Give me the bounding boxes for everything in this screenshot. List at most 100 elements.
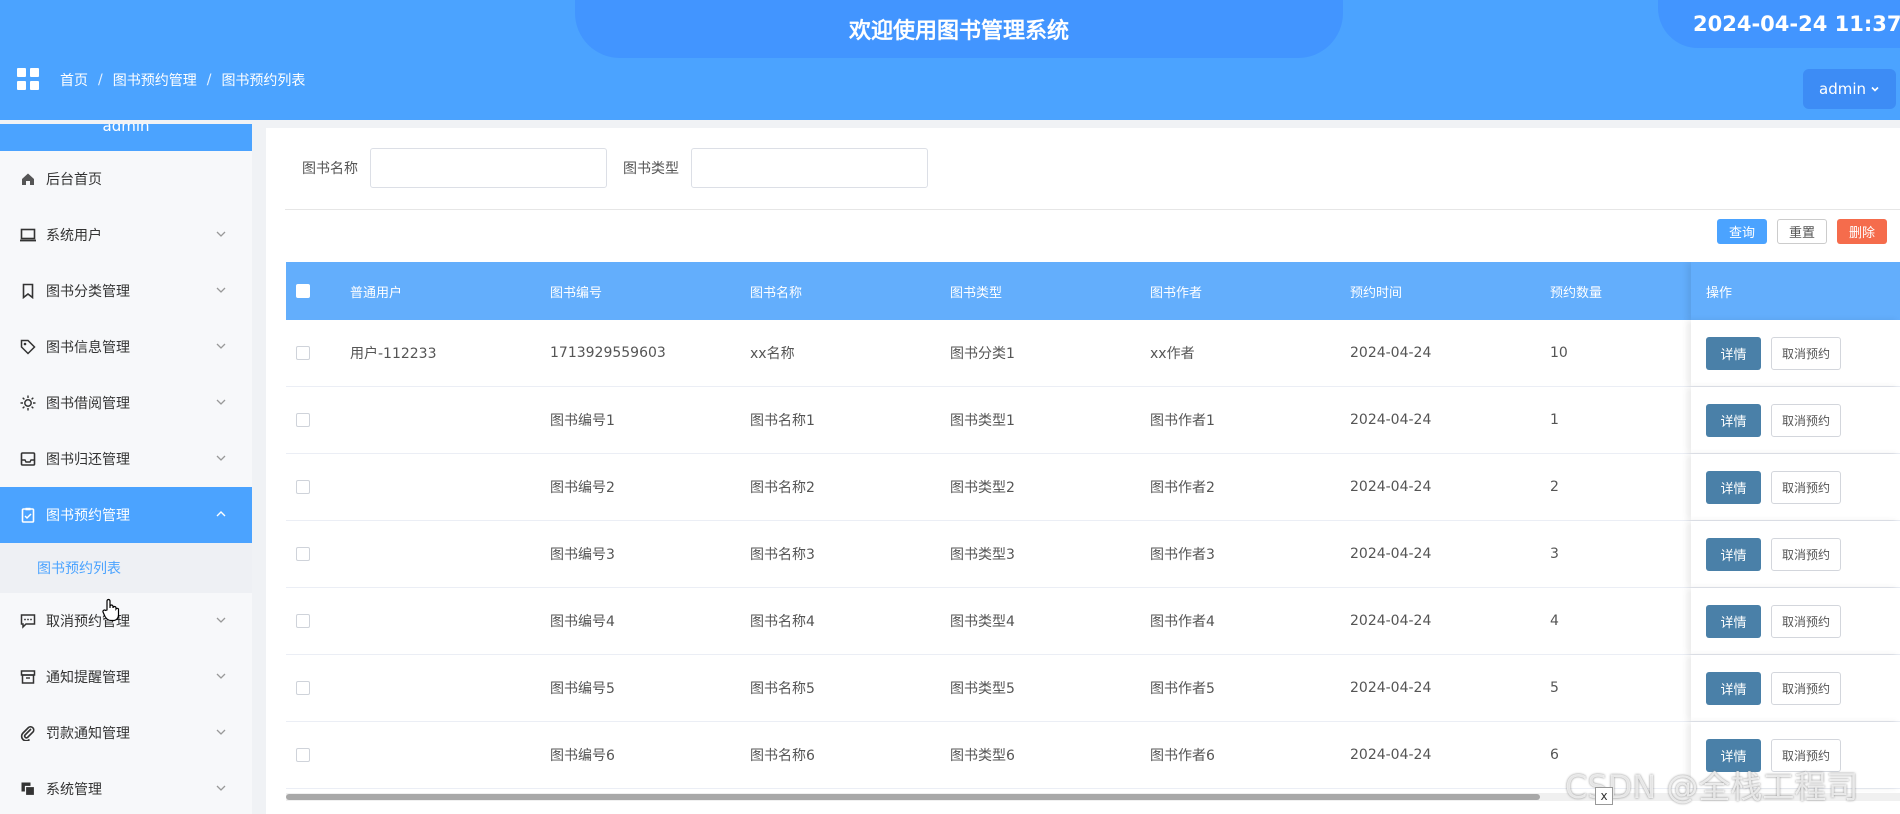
sidebar-item-label: 后台首页: [46, 172, 102, 188]
query-button[interactable]: 查询: [1717, 219, 1767, 244]
table-cell: xx作者: [1150, 346, 1195, 362]
table-cell: 图书作者4: [1150, 614, 1215, 630]
sidebar-user-banner: admin: [0, 124, 252, 151]
detail-button[interactable]: 详情: [1706, 403, 1761, 437]
row-checkbox[interactable]: [296, 413, 310, 427]
table-cell: 图书编号4: [550, 614, 615, 630]
sidebar-item-book-reservation[interactable]: 图书预约管理: [0, 487, 252, 543]
sidebar-item-label: 图书分类管理: [46, 284, 130, 300]
row-checkbox[interactable]: [296, 681, 310, 695]
detail-button[interactable]: 详情: [1706, 604, 1761, 638]
table-cell: 图书作者1: [1150, 413, 1215, 429]
sidebar-item-book-borrow[interactable]: 图书借阅管理: [0, 375, 252, 431]
breadcrumb-reservation-list: 图书预约列表: [221, 73, 306, 89]
sidebar-item-fine-notice[interactable]: 罚款通知管理: [0, 705, 252, 761]
column-header: 图书作者: [1150, 285, 1203, 301]
table-row: 用户-112233 1713929559603 xx名称 图书分类1 xx作者 2024-…: [286, 320, 1900, 387]
table-cell: 2024-04-24: [1350, 613, 1432, 629]
select-all-checkbox[interactable]: [296, 284, 310, 298]
detail-button[interactable]: 详情: [1706, 537, 1761, 571]
column-header: 预约时间: [1350, 285, 1403, 301]
breadcrumb: 首页 / 图书预约管理 / 图书预约列表: [60, 70, 306, 90]
chevron-down-icon: [216, 399, 226, 405]
delete-button[interactable]: 删除: [1837, 219, 1887, 244]
action-buttons: 查询 重置 删除: [1717, 219, 1887, 244]
table-cell: 图书作者5: [1150, 681, 1215, 697]
sidebar-subitem-reservation-list[interactable]: 图书预约列表: [0, 543, 252, 593]
home-icon: [19, 170, 37, 188]
table-cell: 2024-04-24: [1350, 747, 1432, 763]
column-header: 图书类型: [950, 285, 1003, 301]
breadcrumb-home[interactable]: 首页: [60, 70, 88, 90]
chevron-down-icon: [216, 343, 226, 349]
sidebar-item-system-users[interactable]: 系统用户: [0, 207, 252, 263]
sidebar-item-book-category[interactable]: 图书分类管理: [0, 263, 252, 319]
search-bar: 图书名称 图书类型: [266, 146, 928, 190]
table-cell: 图书编号3: [550, 547, 615, 563]
detail-button[interactable]: 详情: [1706, 336, 1761, 370]
table-cell: 图书名称6: [750, 748, 815, 764]
book-type-input[interactable]: [691, 148, 928, 188]
table-cell: 图书名称5: [750, 681, 815, 697]
row-checkbox[interactable]: [296, 748, 310, 762]
user-menu-button[interactable]: admin: [1803, 69, 1896, 109]
chevron-down-icon: [216, 785, 226, 791]
table-cell: 图书类型6: [950, 748, 1015, 764]
sidebar-item-cancel-reservation[interactable]: 取消预约管理: [0, 593, 252, 649]
menu-grid-icon[interactable]: [17, 68, 39, 90]
row-actions: 详情 取消预约: [1691, 454, 1900, 520]
close-icon[interactable]: x: [1595, 787, 1613, 805]
detail-button[interactable]: 详情: [1706, 470, 1761, 504]
row-checkbox[interactable]: [296, 346, 310, 360]
table-cell: 1713929559603: [550, 345, 666, 361]
sidebar-item-label: 图书归还管理: [46, 452, 130, 468]
sidebar-item-label: 图书信息管理: [46, 340, 130, 356]
column-header: 普通用户: [350, 285, 403, 301]
book-name-label: 图书名称: [302, 161, 358, 177]
row-checkbox[interactable]: [296, 480, 310, 494]
clock-banner: 2024-04-24 11:37:36: [1658, 0, 1900, 48]
reset-button[interactable]: 重置: [1777, 219, 1827, 244]
chevron-up-icon: [216, 511, 226, 517]
bookmark-icon: [19, 282, 37, 300]
tag-icon: [19, 338, 37, 356]
laptop-icon: [19, 226, 37, 244]
table-cell: 图书编号5: [550, 681, 615, 697]
row-checkbox[interactable]: [296, 547, 310, 561]
detail-button[interactable]: 详情: [1706, 671, 1761, 705]
book-type-label: 图书类型: [623, 161, 679, 177]
table-cell: 2024-04-24: [1350, 345, 1432, 361]
top-header: 欢迎使用图书管理系统 2024-04-24 11:37:36 首页 / 图书预约…: [0, 0, 1900, 120]
breadcrumb-reservation-management[interactable]: 图书预约管理: [113, 70, 197, 90]
table-row: 图书编号1 图书名称1 图书类型1 图书作者1 2024-04-24 1 详情 取消预约: [286, 387, 1900, 454]
cancel-reservation-button[interactable]: 取消预约: [1771, 537, 1841, 571]
sidebar-item-book-info[interactable]: 图书信息管理: [0, 319, 252, 375]
sidebar-item-notification[interactable]: 通知提醒管理: [0, 649, 252, 705]
chevron-down-icon: [216, 729, 226, 735]
chat-icon: [19, 612, 37, 630]
sidebar-item-system-management[interactable]: 系统管理: [0, 761, 252, 814]
scrollbar-thumb[interactable]: [286, 794, 1540, 800]
cancel-reservation-button[interactable]: 取消预约: [1771, 403, 1841, 437]
chevron-down-icon: [216, 617, 226, 623]
cancel-reservation-button[interactable]: 取消预约: [1771, 604, 1841, 638]
sidebar-item-label: 系统用户: [46, 228, 102, 244]
chevron-down-icon: [216, 673, 226, 679]
row-checkbox[interactable]: [296, 614, 310, 628]
table-cell: 图书名称2: [750, 480, 815, 496]
cancel-reservation-button[interactable]: 取消预约: [1771, 336, 1841, 370]
sidebar: admin 后台首页 系统用户 图书分类管理 图书信息管理 图书借阅管理 图书归…: [0, 124, 252, 814]
username: admin: [1819, 80, 1866, 98]
table-cell: xx名称: [750, 346, 795, 362]
table-header: 普通用户 图书编号 图书名称 图书类型 图书作者 预约时间 预约数量 操作: [286, 262, 1900, 320]
table-cell: 图书编号6: [550, 748, 615, 764]
cancel-reservation-button[interactable]: 取消预约: [1771, 470, 1841, 504]
sidebar-item-book-return[interactable]: 图书归还管理: [0, 431, 252, 487]
sidebar-item-dashboard[interactable]: 后台首页: [0, 151, 252, 207]
table-cell: 图书名称3: [750, 547, 815, 563]
cancel-reservation-button[interactable]: 取消预约: [1771, 671, 1841, 705]
sidebar-item-label: 系统管理: [46, 782, 102, 798]
book-name-input[interactable]: [370, 148, 607, 188]
main-content: 图书名称 图书类型 查询 重置 删除 普通用户 图书编号 图书名称 图书类型 图…: [266, 128, 1900, 814]
row-actions: 详情 取消预约: [1691, 655, 1900, 721]
